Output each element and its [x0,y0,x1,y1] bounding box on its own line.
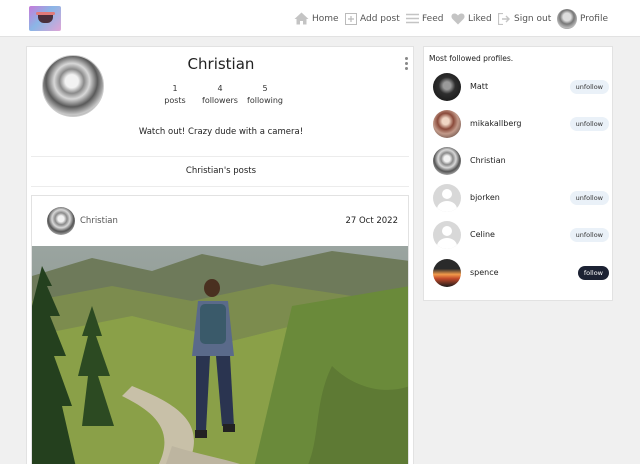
profile-stats: 1 posts 4 followers 5 following [27,83,413,109]
nav-home-label: Home [312,13,339,24]
avatar [557,8,577,29]
divider [31,186,409,187]
profile-name[interactable]: Celine [470,230,495,239]
profile-name[interactable]: spence [470,268,499,277]
most-followed-sidebar: Most followed profiles. Matt unfollow mi… [423,46,613,301]
nav-liked[interactable]: Liked [451,0,492,37]
nav-profile[interactable]: Profile [557,0,608,37]
nav-add-post-label: Add post [360,13,400,24]
default-avatar-icon[interactable] [433,184,461,212]
nav-liked-label: Liked [468,13,492,24]
profile-bio: Watch out! Crazy dude with a camera! [138,127,304,137]
navbar: Home Add post Feed Liked Sign out Profil… [0,0,640,37]
unfollow-button[interactable]: unfollow [569,117,609,131]
sidebar-title: Most followed profiles. [429,54,514,63]
list-item[interactable]: Matt unfollow [433,73,609,103]
unfollow-button[interactable]: unfollow [569,191,609,205]
nav-items: Home Add post Feed Liked Sign out Profil… [280,0,640,37]
default-avatar-icon[interactable] [433,221,461,249]
sign-out-icon [498,12,510,25]
logo[interactable] [29,6,61,31]
list-item[interactable]: spence follow [433,259,609,289]
stat-following: 5 following [235,83,295,107]
home-icon [294,12,309,25]
nav-add-post[interactable]: Add post [345,0,400,37]
unfollow-button[interactable]: unfollow [569,228,609,242]
avatar[interactable] [433,147,461,175]
add-post-icon [345,12,357,25]
profile-name[interactable]: bjorken [470,193,500,202]
nav-feed-label: Feed [422,13,444,24]
profile-name[interactable]: Christian [470,156,506,165]
list-item[interactable]: Christian [433,147,609,177]
stat-following-value: 5 [262,84,268,93]
posts-heading: Christian's posts [185,166,257,176]
nav-profile-label: Profile [580,13,608,24]
avatar[interactable] [433,73,461,101]
list-item[interactable]: mikakallberg unfollow [433,110,609,140]
profile-name: Christian [187,55,255,73]
divider [31,156,409,157]
nav-sign-out[interactable]: Sign out [498,0,551,37]
list-item[interactable]: Celine unfollow [433,221,609,251]
stat-following-label: following [247,96,283,105]
post-author-name[interactable]: Christian [80,216,118,226]
unfollow-button[interactable]: unfollow [569,80,609,94]
more-options-icon[interactable] [405,57,409,72]
post-card[interactable]: Christian 27 Oct 2022 [31,195,409,464]
post-author-avatar[interactable] [47,207,75,235]
list-item[interactable]: bjorken unfollow [433,184,609,214]
post-date: 27 Oct 2022 [345,216,398,226]
nav-sign-out-label: Sign out [514,13,552,24]
nav-feed[interactable]: Feed [406,0,443,37]
profile-card: Christian 1 posts 4 followers 5 followin… [26,46,414,464]
post-image[interactable] [32,246,409,464]
heart-icon [451,13,465,24]
profile-name[interactable]: Matt [470,82,488,91]
feed-icon [406,13,419,24]
avatar[interactable] [433,259,461,287]
nav-home[interactable]: Home [294,0,339,37]
follow-button[interactable]: follow [577,266,609,280]
profile-name[interactable]: mikakallberg [470,119,521,128]
avatar[interactable] [433,110,461,138]
